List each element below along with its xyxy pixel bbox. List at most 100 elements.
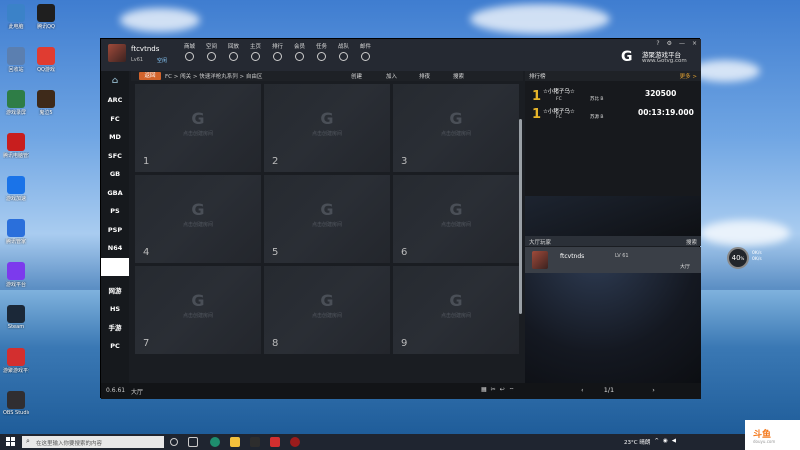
desktop-shortcut[interactable]: 游聚游戏平台 <box>3 348 29 374</box>
hall-search-button[interactable]: 搜索 <box>686 238 697 246</box>
app-topbar: ftcvtnds Lv61 空闲 商城 空间 回放 主页 排行 会员 任务 战队 邮件 G 游聚… <box>101 39 701 71</box>
topnav-replay[interactable]: 回放 <box>225 42 242 61</box>
desktop-shortcut-label: OBS Studio <box>3 410 29 416</box>
platform-tab-sfc[interactable]: SFC <box>101 147 129 166</box>
back-button[interactable]: 返回 <box>139 72 161 80</box>
room-slot[interactable]: G 点击创建房间 8 <box>264 266 390 354</box>
weather-text[interactable]: 23°C 晴朗 <box>624 438 650 446</box>
room-slot[interactable]: G 点击创建房间 5 <box>264 175 390 263</box>
platform-tab-网游[interactable]: 网游 <box>101 281 129 300</box>
desktop-shortcut[interactable]: 鬼泣5 <box>33 90 59 116</box>
desktop-shortcut[interactable]: 回收站 <box>3 47 29 73</box>
room-grid-scrollbar[interactable] <box>519 119 522 314</box>
desktop-shortcut[interactable]: QQ游戏 <box>33 47 59 73</box>
desktop-shortcut[interactable]: 此电脑 <box>3 4 29 30</box>
topnav-space[interactable]: 空间 <box>203 42 220 61</box>
platform-tab-md[interactable]: MD <box>101 128 129 147</box>
prev-page-button[interactable]: ‹ <box>581 386 584 394</box>
gotvg-placeholder-icon: G <box>320 291 334 310</box>
topnav-vip[interactable]: 会员 <box>291 42 308 61</box>
settings-button[interactable]: ⚙ <box>667 40 672 47</box>
platform-sidebar: ⌂ ARC FC MD SFC GB GBA PS PSP N64 网游 HS 手游 PC <box>101 71 129 383</box>
topnav-label: 主页 <box>249 44 261 50</box>
space-icon <box>207 52 216 61</box>
ranking-panel: 排行榜 更多 > 1 ☆小猪子乌☆ FC 苏比 B 320500 1 ☆小猪子乌… <box>525 71 701 196</box>
help-button[interactable]: ? <box>656 40 659 47</box>
search-placeholder: 在这里输入你要搜索的内容 <box>36 441 103 447</box>
room-slot[interactable]: G 点击创建房间 3 <box>393 84 519 172</box>
platform-tab-gba[interactable]: GBA <box>101 184 129 203</box>
ranking-title: 排行榜 <box>529 74 546 80</box>
desktop-shortcut[interactable]: 腾讯管家 <box>3 219 29 245</box>
platform-tab-psp[interactable]: PSP <box>101 221 129 240</box>
room-slot[interactable]: G 点击创建房间 6 <box>393 175 519 263</box>
obs-taskbar-icon[interactable] <box>290 437 300 447</box>
platform-tab-arc[interactable]: ARC <box>101 91 129 110</box>
topnav-shop[interactable]: 商城 <box>181 42 198 61</box>
tray-chevron-icon[interactable]: ^ <box>654 438 659 446</box>
gotvg-taskbar-icon[interactable] <box>270 437 280 447</box>
close-button[interactable]: × <box>692 40 697 47</box>
desktop-shortcut-label: 腾讯电脑管家 <box>3 153 29 159</box>
create-room-button[interactable]: 创建 <box>351 72 362 80</box>
minimize-button[interactable]: — <box>679 40 685 47</box>
topnav-task[interactable]: 任务 <box>313 42 330 61</box>
room-slot[interactable]: G 点击创建房间 4 <box>135 175 261 263</box>
store-icon[interactable] <box>250 437 260 447</box>
sort-button[interactable]: 排夜 <box>419 72 430 80</box>
topnav-rank[interactable]: 排行 <box>269 42 286 61</box>
desktop-shortcut[interactable]: 游戏平台 <box>3 262 29 288</box>
user-status[interactable]: 空闲 <box>157 57 167 64</box>
topnav-home[interactable]: 主页 <box>247 42 264 61</box>
topnav-team[interactable]: 战队 <box>335 42 352 61</box>
platform-tab-n64[interactable]: N64 <box>101 239 129 258</box>
platform-tab-手游[interactable]: 手游 <box>101 318 129 337</box>
windows-start-icon[interactable] <box>6 437 15 446</box>
rank-sub: 苏源 B <box>590 115 604 120</box>
room-slot[interactable]: G 点击创建房间 9 <box>393 266 519 354</box>
player-level: LV 61 <box>615 253 629 259</box>
desktop-shortcut-label: 腾讯管家 <box>5 239 26 245</box>
network-icon[interactable]: ◉ <box>663 438 668 446</box>
platform-tab-gb[interactable]: GB <box>101 165 129 184</box>
room-slot[interactable]: G 点击创建房间 7 <box>135 266 261 354</box>
room-slot[interactable]: G 点击创建房间 1 <box>135 84 261 172</box>
desktop-shortcut[interactable]: 游戏加速 <box>3 176 29 202</box>
topnav-mail[interactable]: 邮件 <box>357 42 374 61</box>
home-icon[interactable]: ⌂ <box>101 71 129 91</box>
join-room-button[interactable]: 加入 <box>386 72 397 80</box>
room-slot[interactable]: G 点击创建房间 2 <box>264 84 390 172</box>
task-view-icon[interactable] <box>188 437 198 447</box>
platform-tab-pc[interactable]: PC <box>101 337 129 356</box>
grid-view-icon[interactable]: ▦ <box>481 386 487 394</box>
platform-tab-ps[interactable]: PS <box>101 202 129 221</box>
edge-icon[interactable] <box>210 437 220 447</box>
ranking-more-link[interactable]: 更多 > <box>680 72 697 80</box>
file-explorer-icon[interactable] <box>230 437 240 447</box>
platform-tab-hs[interactable]: HS <box>101 300 129 319</box>
cortana-icon[interactable] <box>170 438 178 446</box>
taskbar-search[interactable]: ⌕ 在这里输入你要搜索的内容 <box>22 436 164 448</box>
desktop-shortcut[interactable]: 游戏录屏 <box>3 90 29 116</box>
share-icon[interactable]: ↩ <box>500 386 505 394</box>
rank-score: 320500 <box>645 89 677 98</box>
volume-icon[interactable]: ◀ <box>672 438 676 446</box>
platform-tab-fc[interactable]: FC <box>101 110 129 129</box>
user-avatar[interactable] <box>108 44 126 62</box>
netspeed-widget[interactable]: 40% <box>727 247 749 269</box>
desktop-shortcut[interactable]: 腾讯QQ <box>33 4 59 30</box>
desktop-shortcut[interactable]: OBS Studio <box>3 391 29 416</box>
search-room-button[interactable]: 搜索 <box>453 72 464 80</box>
next-page-button[interactable]: › <box>652 386 655 394</box>
hall-player-row[interactable]: ftcvtnds LV 61 大厅 <box>525 247 701 273</box>
desktop-shortcut[interactable]: Steam <box>3 305 29 330</box>
desktop-shortcut-icon <box>37 90 55 108</box>
user-name[interactable]: ftcvtnds <box>131 45 159 53</box>
desktop-shortcut[interactable]: 腾讯电脑管家 <box>3 133 29 159</box>
window-controls: ? ⚙ — × <box>656 40 697 47</box>
gotvg-placeholder-icon: G <box>320 109 334 128</box>
platform-tab-blank[interactable] <box>101 257 129 276</box>
tools-icon[interactable]: ✂ <box>491 386 496 394</box>
desktop-shortcut-icon <box>7 391 25 409</box>
signal-icon[interactable]: ⌔ <box>509 386 515 394</box>
